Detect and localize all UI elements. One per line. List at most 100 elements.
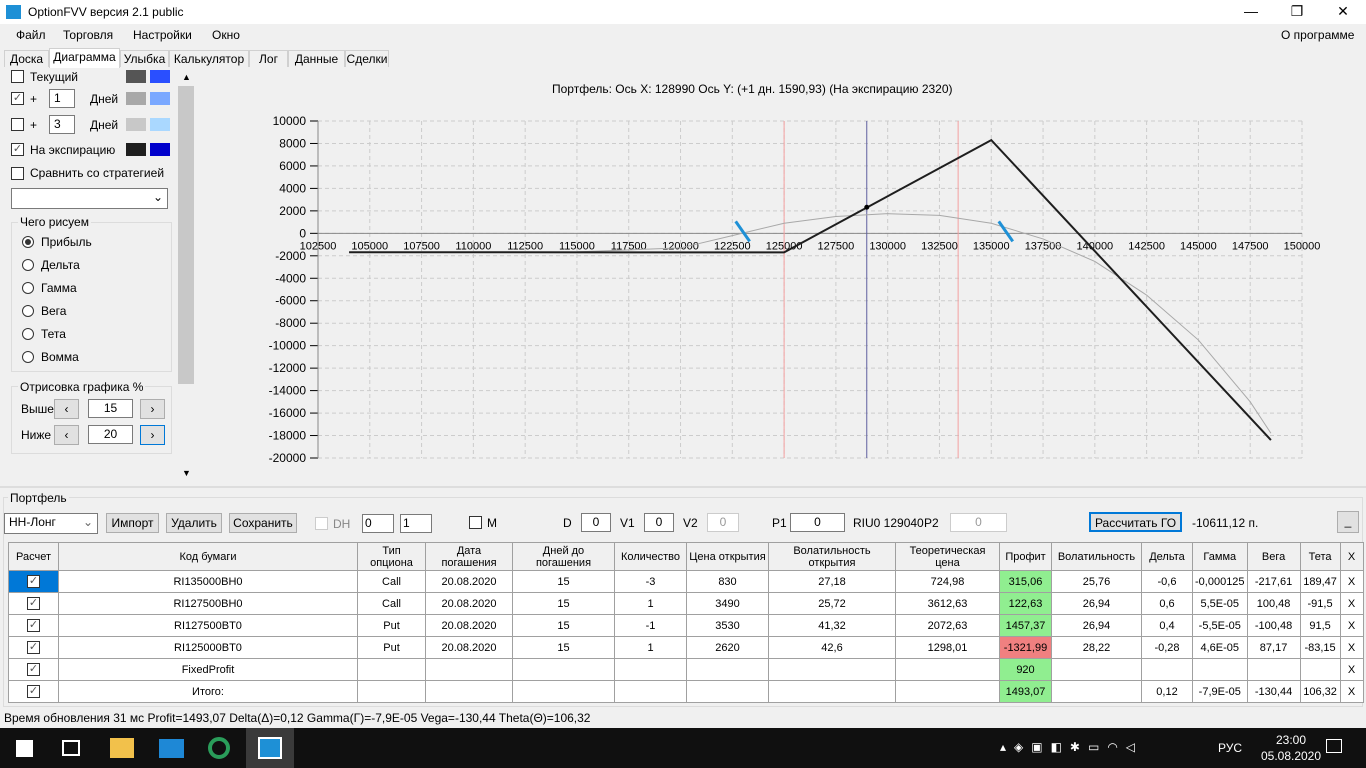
tab-2[interactable]: Улыбка	[120, 50, 169, 67]
column-header[interactable]: Волатильность открытия	[768, 542, 896, 571]
series-checkbox[interactable]: ✓	[11, 92, 24, 105]
above-input[interactable]: 15	[88, 399, 133, 418]
menu-file[interactable]: Файл	[16, 28, 46, 42]
column-header[interactable]: Код бумаги	[58, 542, 358, 571]
v2-input[interactable]: 0	[707, 513, 739, 532]
dh-checkbox[interactable]	[315, 517, 328, 530]
menu-about[interactable]: О программе	[1281, 28, 1354, 42]
column-header[interactable]: Тета	[1299, 542, 1341, 571]
color-swatch-marker[interactable]	[150, 92, 170, 105]
radio-0[interactable]	[22, 236, 34, 248]
calc-go-button[interactable]: Рассчитать ГО	[1089, 512, 1182, 532]
radio-3[interactable]	[22, 305, 34, 317]
calc-checkbox[interactable]: ✓	[27, 619, 40, 632]
column-header[interactable]: Дата погашения	[425, 542, 513, 571]
below-increase-button[interactable]: ›	[140, 425, 165, 445]
clock-time[interactable]: 23:00	[1267, 733, 1315, 747]
table-row[interactable]: ✓ RI135000BH0 Call 20.08.2020 15 -3 830 27,18 72…	[8, 570, 1364, 593]
windows-start-icon[interactable]	[16, 740, 33, 757]
color-swatch-marker[interactable]	[150, 143, 170, 156]
table-row[interactable]: ✓ RI127500BH0 Call 20.08.2020 15 1 3490 25,72 36…	[8, 592, 1364, 615]
radio-4[interactable]	[22, 328, 34, 340]
color-swatch-line[interactable]	[126, 118, 146, 131]
calc-checkbox-cell[interactable]: ✓	[8, 680, 59, 703]
q-app-icon[interactable]	[208, 737, 230, 759]
scroll-thumb[interactable]	[178, 86, 194, 384]
p1-input[interactable]: 0	[790, 513, 845, 532]
collapse-button[interactable]: _	[1337, 511, 1359, 533]
column-header[interactable]: Цена открытия	[686, 542, 769, 571]
series-checkbox[interactable]	[11, 118, 24, 131]
mail-icon[interactable]	[159, 739, 184, 758]
table-row[interactable]: ✓ RI125000BT0 Put 20.08.2020 15 1 2620 42,6 1298…	[8, 636, 1364, 659]
calc-checkbox[interactable]: ✓	[27, 575, 40, 588]
column-header[interactable]: Гамма	[1192, 542, 1248, 571]
tab-1[interactable]: Диаграмма	[49, 48, 120, 68]
compare-checkbox[interactable]	[11, 167, 24, 180]
task-view-icon[interactable]	[62, 740, 80, 756]
column-header[interactable]: Дельта	[1141, 542, 1193, 571]
clock-date[interactable]: 05.08.2020	[1260, 749, 1322, 763]
calc-checkbox-cell[interactable]: ✓	[8, 658, 59, 681]
column-header[interactable]: Волатильность	[1051, 542, 1142, 571]
spin1-input[interactable]: 0	[362, 514, 394, 533]
import-button[interactable]: Импорт	[106, 513, 159, 533]
calc-checkbox-cell[interactable]: ✓	[8, 614, 59, 637]
calc-checkbox-cell[interactable]: ✓	[8, 570, 59, 593]
tray-icons[interactable]: ▴◈▣◧✱▭◠◁	[1000, 740, 1200, 756]
remove-row-button[interactable]: X	[1339, 592, 1364, 615]
p2-input[interactable]: 0	[950, 513, 1007, 532]
above-increase-button[interactable]: ›	[140, 399, 165, 419]
column-header[interactable]: Тип опциона	[357, 542, 426, 571]
v1-input[interactable]: 0	[644, 513, 674, 532]
color-swatch-marker[interactable]	[150, 118, 170, 131]
radio-5[interactable]	[22, 351, 34, 363]
file-explorer-icon[interactable]	[110, 738, 134, 758]
m-checkbox[interactable]	[469, 516, 482, 529]
calc-checkbox[interactable]: ✓	[27, 641, 40, 654]
calc-checkbox-cell[interactable]: ✓	[8, 592, 59, 615]
tab-3[interactable]: Калькулятор	[169, 50, 249, 67]
tab-5[interactable]: Данные	[288, 50, 345, 67]
column-header[interactable]: X	[1339, 542, 1364, 571]
scroll-down-icon[interactable]: ▼	[182, 468, 191, 478]
column-header[interactable]: Дней до погашения	[512, 542, 615, 571]
menu-window[interactable]: Окно	[212, 28, 240, 42]
remove-row-button[interactable]: X	[1339, 636, 1364, 659]
remove-row-button[interactable]: X	[1339, 570, 1364, 593]
d-input[interactable]: 0	[581, 513, 611, 532]
tab-0[interactable]: Доска	[4, 50, 49, 67]
menu-trading[interactable]: Торговля	[63, 28, 113, 42]
calc-checkbox-cell[interactable]: ✓	[8, 636, 59, 659]
days-input[interactable]: 1	[49, 89, 75, 108]
days-input[interactable]: 3	[49, 115, 75, 134]
color-swatch-line[interactable]	[126, 92, 146, 105]
radio-1[interactable]	[22, 259, 34, 271]
color-swatch-line[interactable]	[126, 70, 146, 83]
remove-row-button[interactable]: X	[1339, 658, 1364, 681]
spin2-input[interactable]: 1	[400, 514, 432, 533]
series-checkbox[interactable]: ✓	[11, 143, 24, 156]
radio-2[interactable]	[22, 282, 34, 294]
column-header[interactable]: Расчет	[8, 542, 59, 571]
color-swatch-marker[interactable]	[150, 70, 170, 83]
tab-6[interactable]: Сделки	[345, 50, 389, 67]
strategy-dropdown[interactable]: ⌄	[11, 188, 168, 209]
table-row[interactable]: ✓ RI127500BT0 Put 20.08.2020 15 -1 3530 41,32 20…	[8, 614, 1364, 637]
remove-row-button[interactable]: X	[1339, 680, 1364, 703]
column-header[interactable]: Вега	[1246, 542, 1301, 571]
strategy-select[interactable]: НН-Лонг ⌄	[4, 513, 98, 534]
menu-settings[interactable]: Настройки	[133, 28, 192, 42]
delete-button[interactable]: Удалить	[166, 513, 222, 533]
table-row[interactable]: ✓ Итого: 1493,07 0,12 -7,9E-05 -130,44 106,32 X	[8, 680, 1364, 703]
maximize-button[interactable]: ❐	[1274, 0, 1320, 24]
calc-checkbox[interactable]: ✓	[27, 663, 40, 676]
below-decrease-button[interactable]: ‹	[54, 425, 79, 445]
below-input[interactable]: 20	[88, 425, 133, 444]
minimize-button[interactable]: —	[1228, 0, 1274, 24]
splitter[interactable]	[0, 486, 1366, 488]
table-row[interactable]: ✓ FixedProfit 920 X	[8, 658, 1364, 681]
left-scrollbar[interactable]: ▲ ▼	[178, 68, 194, 482]
column-header[interactable]: Теоретическая цена	[895, 542, 1000, 571]
above-decrease-button[interactable]: ‹	[54, 399, 79, 419]
